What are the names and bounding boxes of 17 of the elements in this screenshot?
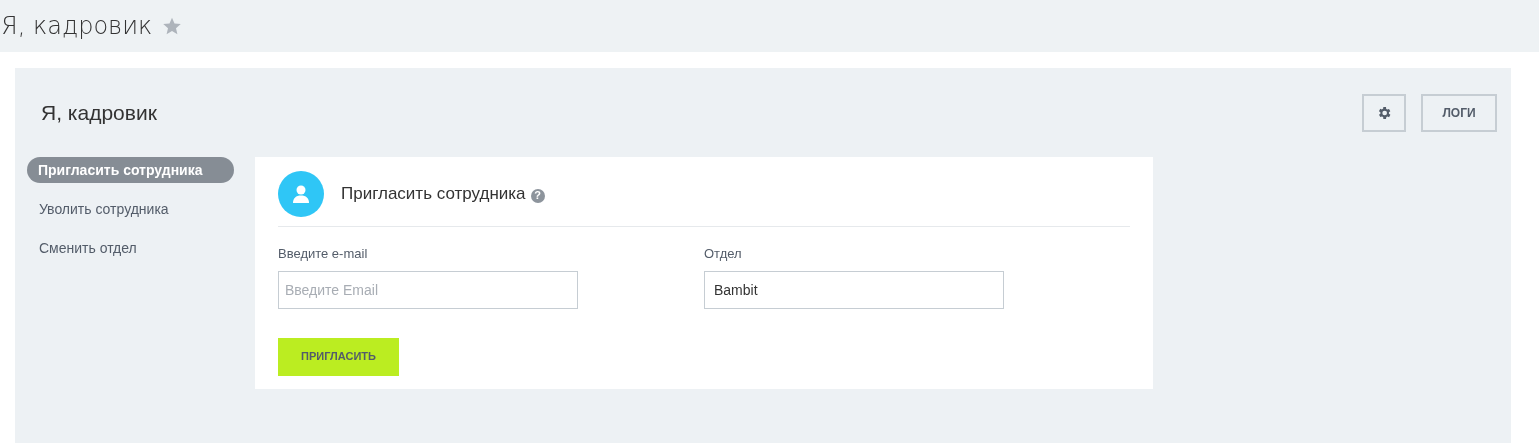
- sidebar-item[interactable]: Сменить отдел: [27, 235, 234, 261]
- settings-button[interactable]: [1362, 94, 1406, 132]
- input-field[interactable]: Bambit: [704, 270, 1004, 309]
- page-title: Я, кадровик: [1, 14, 153, 38]
- user-avatar-icon: [278, 171, 324, 217]
- logs-button[interactable]: ЛОГИ: [1421, 94, 1497, 132]
- invite-button[interactable]: ПРИГЛАСИТЬ: [278, 337, 399, 376]
- field-label: Отдел: [704, 245, 743, 263]
- field-label: Введите e-mail: [278, 245, 369, 263]
- help-icon[interactable]: ?: [530, 188, 545, 203]
- sidebar-item[interactable]: Уволить сотрудника: [27, 196, 234, 222]
- panel-title: Я, кадровик: [41, 100, 157, 126]
- form-title: Пригласить сотрудника: [341, 183, 526, 206]
- settings-icon: [1376, 105, 1392, 121]
- sidebar-item[interactable]: Пригласить сотрудника: [27, 157, 234, 183]
- input-field[interactable]: Введите Email: [278, 270, 578, 309]
- star-icon[interactable]: [162, 16, 183, 36]
